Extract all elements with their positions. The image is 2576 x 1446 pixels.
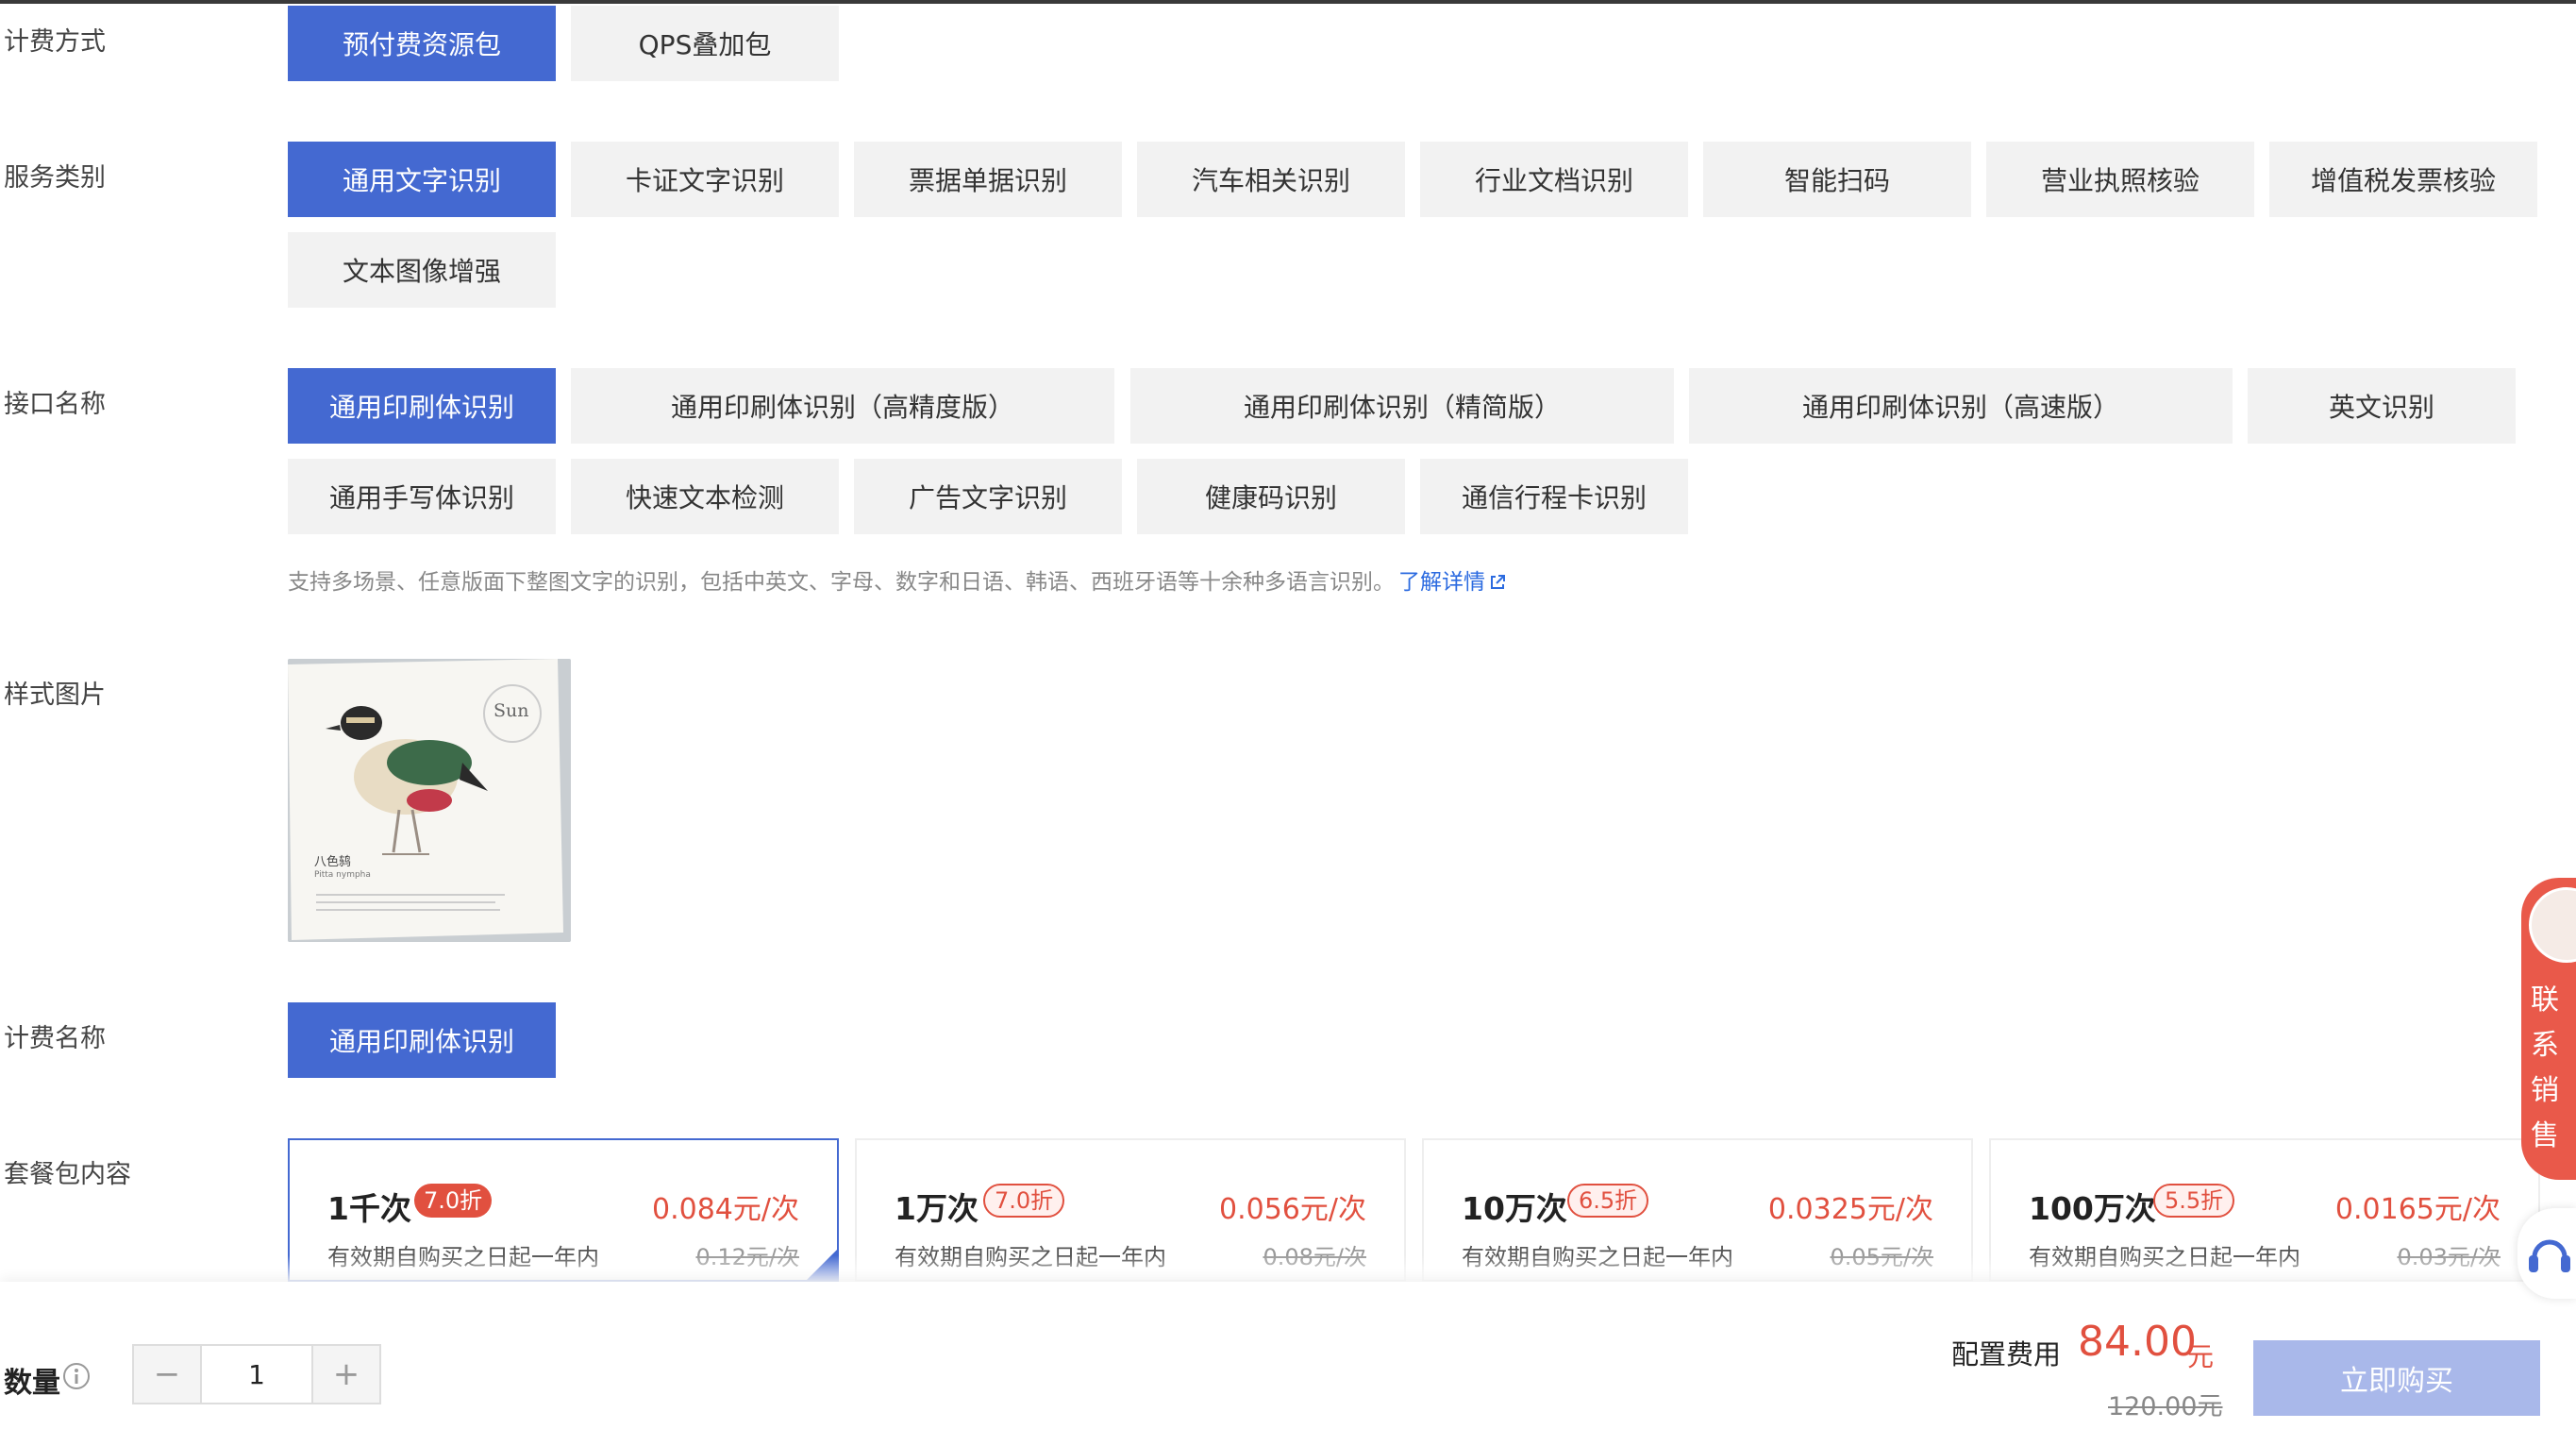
package-name: 100万次 bbox=[2029, 1190, 2156, 1227]
service-general-ocr[interactable]: 通用文字识别 bbox=[288, 142, 556, 217]
customer-service-widget[interactable] bbox=[2517, 1208, 2576, 1299]
billing-name-label: 计费名称 bbox=[4, 1024, 106, 1053]
api-general-print-basic[interactable]: 通用印刷体识别（精简版） bbox=[1130, 368, 1674, 444]
discount-badge: 7.0折 bbox=[414, 1184, 493, 1218]
service-image-enhance[interactable]: 文本图像增强 bbox=[288, 232, 556, 308]
billing-mode-label: 计费方式 bbox=[4, 27, 106, 57]
api-description-text: 支持多场景、任意版面下整图文字的识别，包括中英文、字母、数字和日语、韩语、西班牙… bbox=[288, 570, 1395, 595]
contact-sales-widget[interactable]: 联系销售 bbox=[2521, 878, 2576, 1180]
billing-mode-qps[interactable]: QPS叠加包 bbox=[571, 6, 839, 81]
package-price: 0.084元/次 bbox=[652, 1193, 799, 1226]
external-link-icon bbox=[1491, 575, 1505, 589]
info-icon[interactable] bbox=[62, 1362, 91, 1390]
fee-amount: 84.00 bbox=[2078, 1318, 2197, 1366]
api-text-detect[interactable]: 快速文本检测 bbox=[571, 459, 839, 534]
fee-original: 120.00元 bbox=[2108, 1392, 2223, 1421]
package-content-label: 套餐包内容 bbox=[4, 1160, 131, 1189]
package-price: 0.056元/次 bbox=[1219, 1193, 1366, 1226]
quantity-decrease-button[interactable]: − bbox=[134, 1346, 200, 1403]
sample-image-label: 样式图片 bbox=[4, 681, 106, 710]
headset-icon bbox=[2529, 1239, 2570, 1272]
discount-badge: 7.0折 bbox=[983, 1184, 1065, 1218]
package-name: 1千次 bbox=[327, 1190, 411, 1227]
quantity-stepper: − 1 + bbox=[132, 1344, 381, 1404]
learn-more-link[interactable]: 了解详情 bbox=[1398, 570, 1506, 595]
sample-image[interactable]: Sun 八色鸫 Pitta nympha bbox=[288, 659, 571, 942]
sample-image-latin-name: Pitta nympha bbox=[314, 870, 371, 880]
api-trip-card[interactable]: 通信行程卡识别 bbox=[1420, 459, 1688, 534]
api-health-code[interactable]: 健康码识别 bbox=[1137, 459, 1405, 534]
api-description: 支持多场景、任意版面下整图文字的识别，包括中英文、字母、数字和日语、韩语、西班牙… bbox=[288, 563, 1506, 596]
scroll-fade bbox=[0, 1255, 2576, 1284]
service-industry-doc[interactable]: 行业文档识别 bbox=[1420, 142, 1688, 217]
api-general-print[interactable]: 通用印刷体识别 bbox=[288, 368, 556, 444]
api-name-label: 接口名称 bbox=[4, 390, 106, 419]
sample-image-bird-name: 八色鸫 bbox=[314, 855, 352, 869]
sample-image-title: Sun bbox=[493, 700, 529, 721]
quantity-increase-button[interactable]: + bbox=[313, 1346, 379, 1403]
sales-avatar bbox=[2529, 887, 2576, 963]
package-price: 0.0165元/次 bbox=[2334, 1193, 2501, 1226]
service-receipt-ocr[interactable]: 票据单据识别 bbox=[854, 142, 1122, 217]
fee-unit: 元 bbox=[2187, 1341, 2215, 1372]
service-vat-invoice[interactable]: 增值税发票核验 bbox=[2269, 142, 2537, 217]
service-vehicle-ocr[interactable]: 汽车相关识别 bbox=[1137, 142, 1405, 217]
quantity-input[interactable]: 1 bbox=[200, 1346, 313, 1403]
package-price: 0.0325元/次 bbox=[1767, 1193, 1933, 1226]
api-general-print-accurate[interactable]: 通用印刷体识别（高精度版） bbox=[571, 368, 1114, 444]
package-name: 1万次 bbox=[895, 1190, 979, 1227]
api-handwriting[interactable]: 通用手写体识别 bbox=[288, 459, 556, 534]
buy-now-button[interactable]: 立即购买 bbox=[2253, 1340, 2540, 1416]
service-card-ocr[interactable]: 卡证文字识别 bbox=[571, 142, 839, 217]
top-border bbox=[0, 0, 2576, 4]
billing-mode-prepaid[interactable]: 预付费资源包 bbox=[288, 6, 556, 81]
learn-more-label: 了解详情 bbox=[1398, 570, 1485, 595]
service-category-label: 服务类别 bbox=[4, 163, 106, 193]
billing-name-value[interactable]: 通用印刷体识别 bbox=[288, 1002, 556, 1078]
service-business-license[interactable]: 营业执照核验 bbox=[1986, 142, 2254, 217]
api-ad-text[interactable]: 广告文字识别 bbox=[854, 459, 1122, 534]
api-english[interactable]: 英文识别 bbox=[2248, 368, 2516, 444]
quantity-label: 数量 bbox=[4, 1367, 60, 1400]
fee-label: 配置费用 bbox=[1951, 1338, 2062, 1370]
package-name: 10万次 bbox=[1462, 1190, 1567, 1227]
contact-sales-label: 联系销售 bbox=[2531, 984, 2559, 1152]
service-smart-scan[interactable]: 智能扫码 bbox=[1703, 142, 1971, 217]
discount-badge: 6.5折 bbox=[1567, 1184, 1649, 1218]
api-general-print-fast[interactable]: 通用印刷体识别（高速版） bbox=[1689, 368, 2233, 444]
discount-badge: 5.5折 bbox=[2153, 1184, 2235, 1218]
